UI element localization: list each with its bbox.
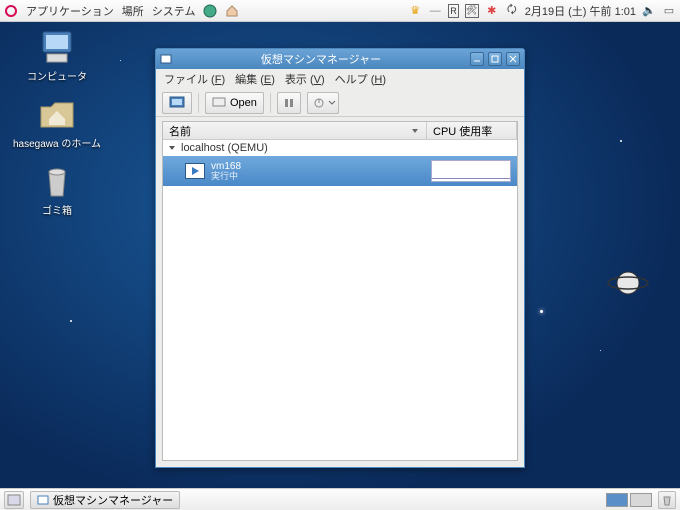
sort-indicator-icon	[410, 127, 420, 135]
vm-status: 実行中	[211, 172, 425, 182]
folder-home-icon	[37, 97, 77, 133]
workspace-2[interactable]	[630, 493, 652, 507]
close-button[interactable]	[506, 52, 520, 66]
cpu-usage-graph	[431, 160, 511, 182]
trash-applet[interactable]	[658, 491, 676, 509]
list-header: 名前 CPU 使用率	[163, 122, 517, 140]
new-vm-button[interactable]	[162, 92, 192, 114]
menu-help[interactable]: ヘルプ (H)	[335, 71, 386, 87]
clock[interactable]: 2月19日 (土) 午前 1:01	[525, 3, 636, 19]
menubar: ファイル (F) 編集 (E) 表示 (V) ヘルプ (H)	[156, 69, 524, 89]
shutdown-button[interactable]	[307, 92, 339, 114]
menu-system[interactable]: システム	[152, 3, 196, 19]
virt-manager-window: 仮想マシンマネージャー ファイル (F) 編集 (E) 表示 (V) ヘルプ (…	[155, 48, 525, 468]
window-task-icon	[37, 495, 49, 505]
home-launcher-icon[interactable]	[225, 4, 239, 18]
computer-icon	[37, 30, 77, 66]
expander-down-icon[interactable]	[167, 143, 177, 153]
bottom-taskbar: 仮想マシンマネージャー	[0, 488, 680, 510]
menu-file[interactable]: ファイル (F)	[164, 71, 225, 87]
monitor-open-icon	[212, 97, 226, 109]
toolbar-divider	[270, 93, 271, 113]
menu-edit[interactable]: 編集 (E)	[235, 71, 275, 87]
toolbar-divider	[198, 93, 199, 113]
power-icon	[314, 98, 324, 108]
col-name[interactable]: 名前	[163, 122, 427, 139]
crown-tray-icon[interactable]: ♛	[408, 4, 422, 18]
workspace-switcher[interactable]	[606, 493, 652, 507]
host-row[interactable]: localhost (QEMU)	[163, 140, 517, 156]
network-icon[interactable]: 🗘	[505, 4, 519, 18]
menu-view[interactable]: 表示 (V)	[285, 71, 325, 87]
desktop-computer-label: コンピュータ	[27, 68, 87, 83]
vm-row[interactable]: vm168 実行中	[163, 156, 517, 186]
monitor-tray-icon[interactable]: ▭	[662, 4, 676, 18]
im-tool-icon[interactable]: 🛠	[465, 4, 479, 18]
desktop-icons: コンピュータ hasegawa のホーム ゴミ箱	[12, 30, 102, 217]
desktop-trash[interactable]: ゴミ箱	[37, 164, 77, 217]
maximize-button[interactable]	[488, 52, 502, 66]
vm-name: vm168	[211, 161, 425, 172]
menu-places[interactable]: 場所	[122, 3, 144, 19]
arrow-tray-icon[interactable]: —	[428, 4, 442, 18]
toolbar: Open	[156, 89, 524, 117]
vm-list: 名前 CPU 使用率 localhost (QEMU) vm168 実行中	[162, 121, 518, 461]
desktop-computer[interactable]: コンピュータ	[27, 30, 87, 83]
desktop-home[interactable]: hasegawa のホーム	[13, 97, 101, 150]
titlebar[interactable]: 仮想マシンマネージャー	[156, 49, 524, 69]
planet-decoration	[606, 270, 650, 296]
minimize-button[interactable]	[470, 52, 484, 66]
show-desktop-icon	[7, 494, 21, 506]
debian-logo-icon	[4, 4, 18, 18]
vm-running-icon	[185, 163, 205, 179]
update-notifier-icon[interactable]: ✱	[485, 4, 499, 18]
host-label: localhost (QEMU)	[181, 142, 268, 154]
pause-button[interactable]	[277, 92, 301, 114]
chevron-down-icon	[328, 98, 336, 108]
workspace-1[interactable]	[606, 493, 628, 507]
col-cpu[interactable]: CPU 使用率	[427, 122, 517, 139]
window-app-icon	[160, 53, 172, 65]
trash-icon	[37, 164, 77, 200]
window-title: 仮想マシンマネージャー	[176, 51, 466, 67]
menu-applications[interactable]: アプリケーション	[26, 3, 114, 19]
desktop-trash-label: ゴミ箱	[42, 202, 72, 217]
input-method-icon[interactable]: R	[448, 4, 459, 18]
top-panel: アプリケーション 場所 システム ♛ — R 🛠 ✱ 🗘 2月19日 (土) 午…	[0, 0, 680, 22]
show-desktop-button[interactable]	[4, 491, 24, 509]
browser-launcher-icon[interactable]	[203, 4, 217, 18]
pause-icon	[284, 98, 294, 108]
task-virt-manager[interactable]: 仮想マシンマネージャー	[30, 491, 180, 509]
trash-applet-icon	[661, 494, 673, 506]
system-tray: ♛ — R 🛠 ✱ 🗘 2月19日 (土) 午前 1:01 🔈 ▭	[408, 3, 676, 19]
monitor-new-icon	[169, 96, 185, 110]
volume-icon[interactable]: 🔈	[642, 4, 656, 18]
open-button[interactable]: Open	[205, 92, 264, 114]
desktop-home-label: hasegawa のホーム	[13, 135, 101, 150]
